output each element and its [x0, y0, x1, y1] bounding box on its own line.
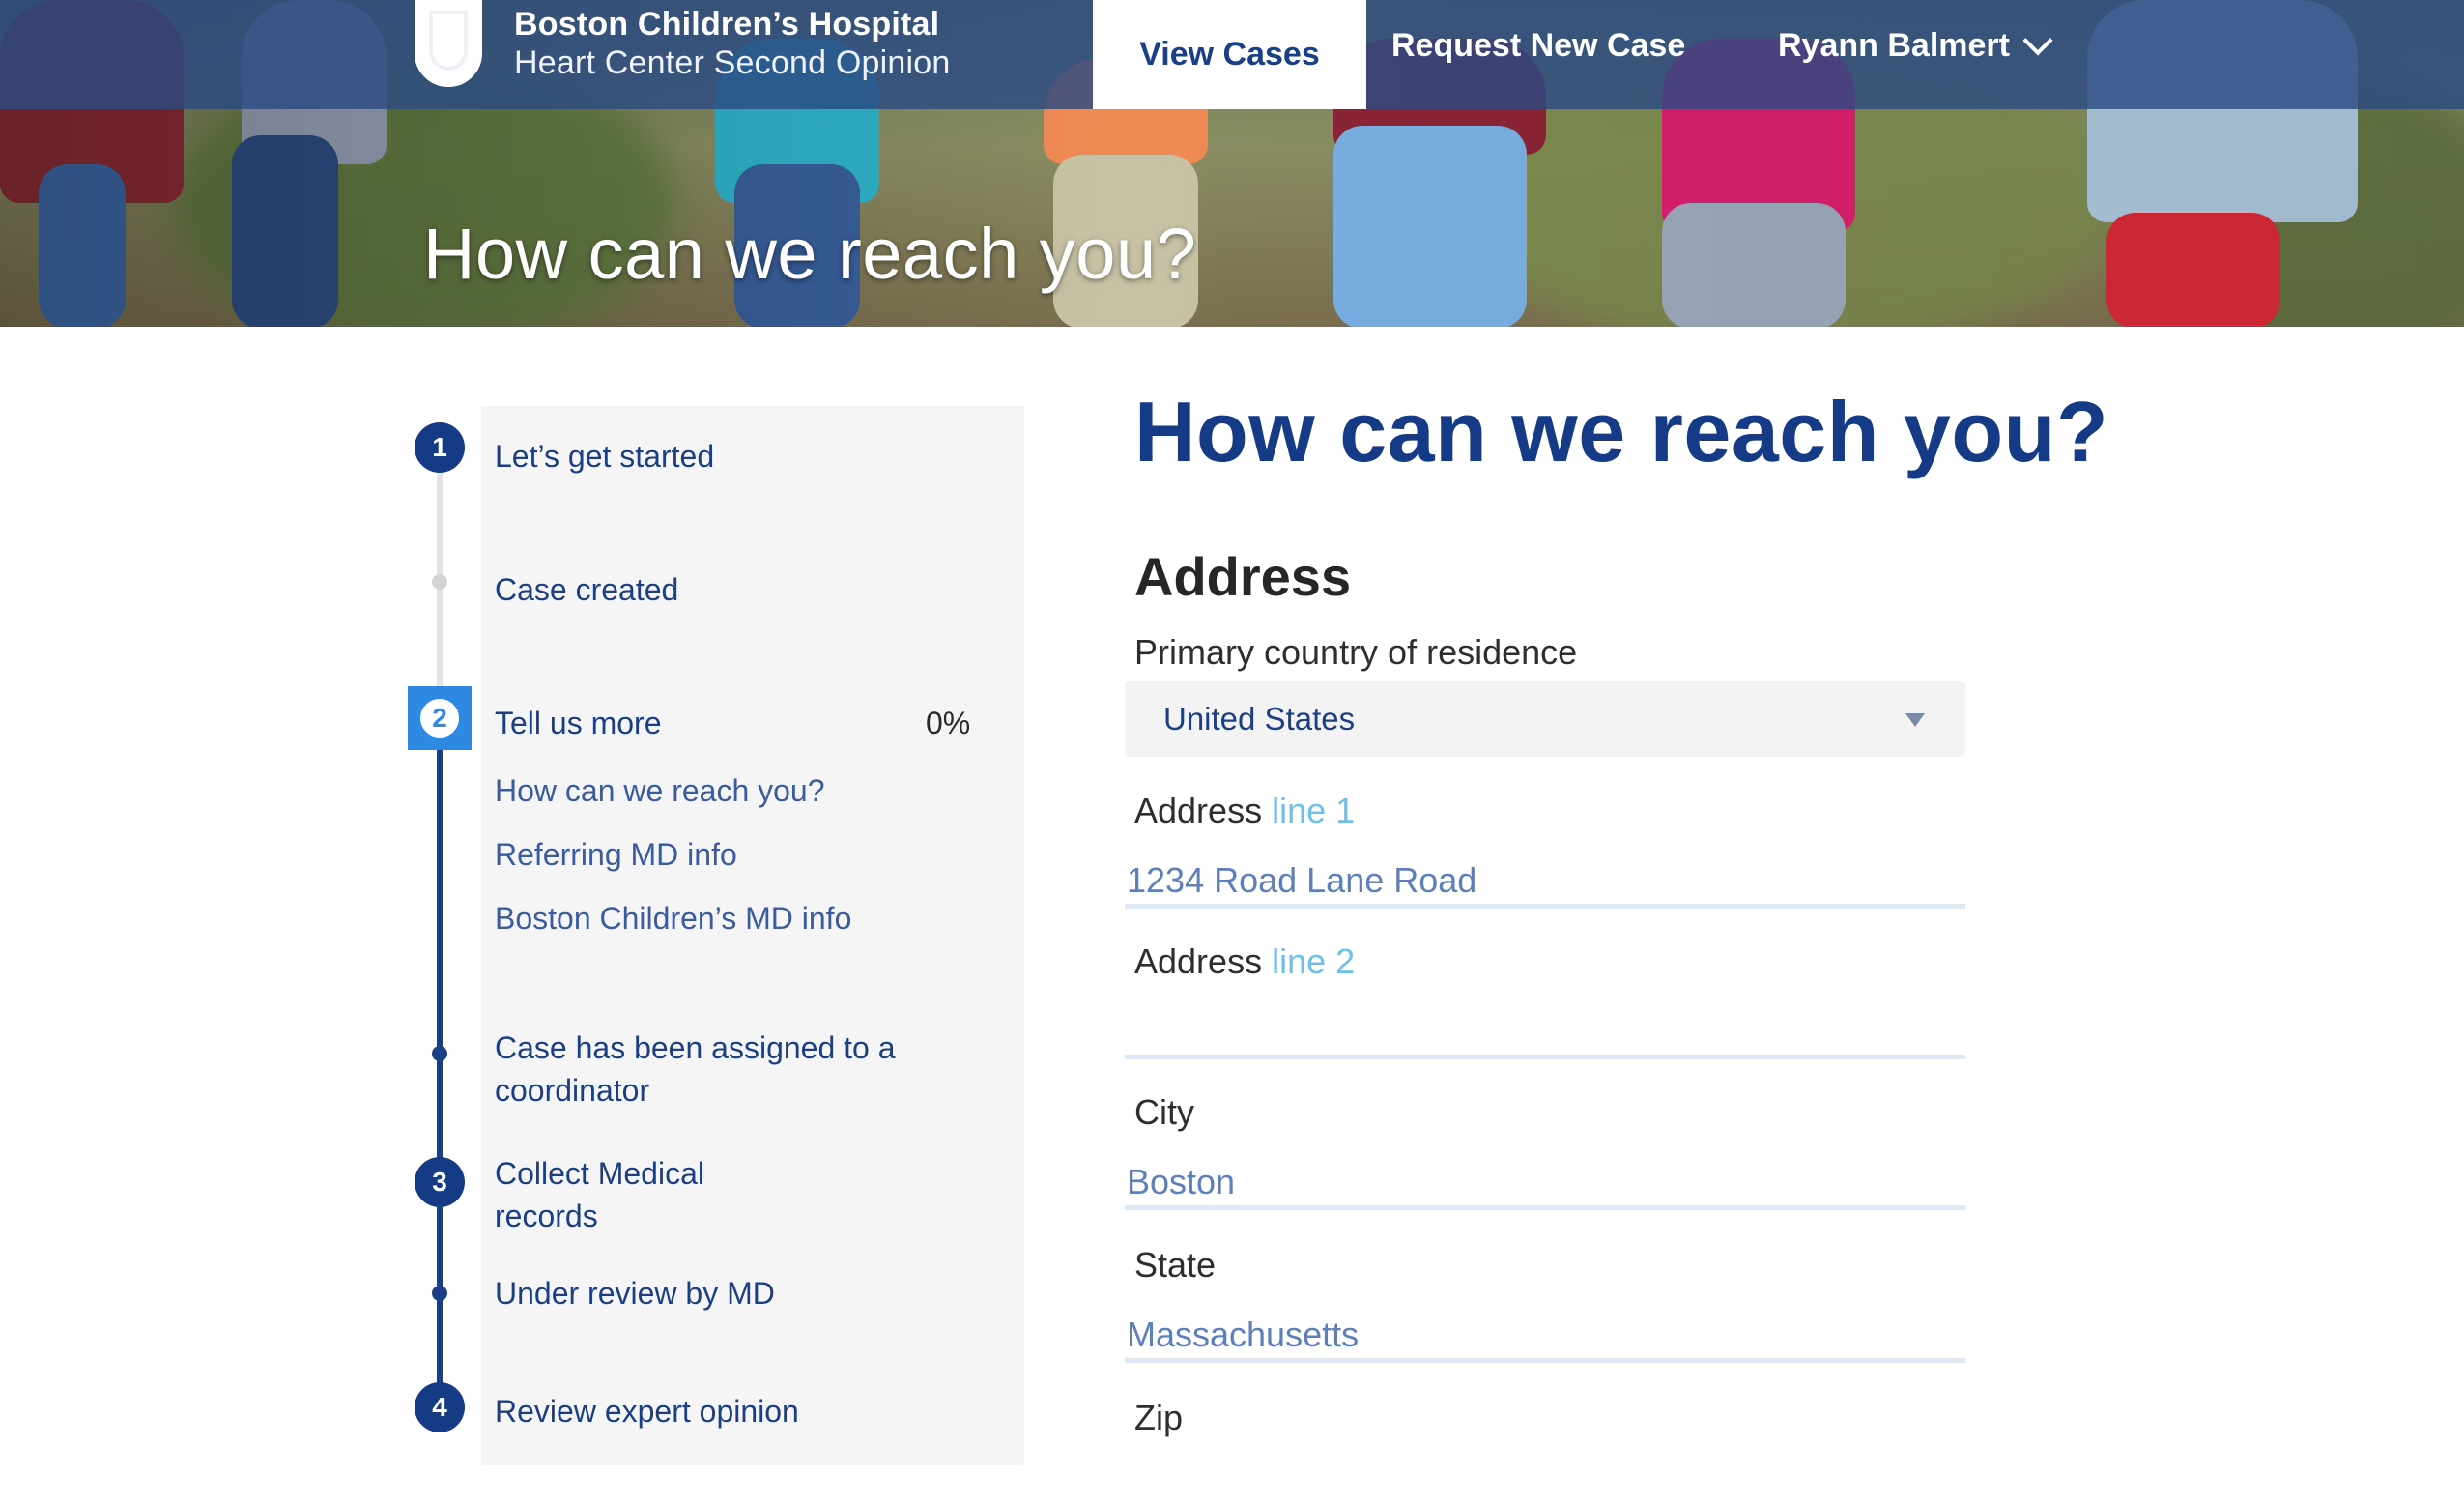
- address-line2-field[interactable]: [1125, 996, 1965, 1059]
- nav-view-cases[interactable]: View Cases: [1093, 0, 1366, 109]
- hero-title: How can we reach you?: [423, 214, 1197, 294]
- label-accent: line 1: [1272, 791, 1356, 830]
- chevron-down-icon: [2022, 24, 2053, 56]
- nav-request-new-case[interactable]: Request New Case: [1391, 27, 1685, 65]
- step-dot: [432, 1286, 447, 1301]
- country-select[interactable]: United States: [1125, 681, 1965, 757]
- zip-label: Zip: [1134, 1398, 1184, 1437]
- step-label-line: coordinator: [495, 1073, 650, 1108]
- city-field[interactable]: Boston: [1125, 1146, 1965, 1210]
- label-accent: line 2: [1272, 941, 1356, 981]
- page-title: How can we reach you?: [1134, 384, 2109, 479]
- user-name: Ryann Balmert: [1778, 27, 2010, 64]
- step-progress-percent: 0%: [926, 706, 971, 740]
- step-label-line: Case has been assigned to a: [495, 1030, 896, 1065]
- step-case-created[interactable]: Case created: [495, 568, 678, 611]
- step-label-line: Collect Medical: [495, 1156, 704, 1191]
- brand-subtitle: Heart Center Second Opinion: [514, 44, 951, 81]
- address-line2-label: Address line 2: [1134, 941, 1355, 982]
- step-1-badge: 1: [415, 422, 465, 473]
- step-case-assigned[interactable]: Case has been assigned to a coordinator: [495, 1027, 896, 1112]
- section-title-address: Address: [1134, 546, 1352, 607]
- substep-referring-md-info[interactable]: Referring MD info: [495, 837, 737, 873]
- step-tell-us-more[interactable]: Tell us more: [495, 702, 662, 744]
- address-line1-field[interactable]: 1234 Road Lane Road: [1125, 845, 1965, 909]
- top-navigation-bar: Boston Children’s Hospital Heart Center …: [0, 0, 2464, 109]
- label-text: Address: [1134, 791, 1263, 830]
- step-dot: [432, 574, 447, 590]
- step-dot: [432, 1046, 447, 1061]
- address-line1-label: Address line 1: [1134, 791, 1355, 831]
- step-3-badge: 3: [415, 1157, 465, 1207]
- step-under-review[interactable]: Under review by MD: [495, 1272, 775, 1315]
- country-label: Primary country of residence: [1134, 632, 1578, 672]
- brand-name: Boston Children’s Hospital: [514, 6, 940, 43]
- state-label: State: [1134, 1245, 1217, 1285]
- label-text: Address: [1134, 941, 1263, 981]
- state-field[interactable]: Massachusetts: [1125, 1299, 1965, 1363]
- step-2-current-badge: 2: [408, 686, 472, 750]
- step-2-number: 2: [416, 695, 463, 741]
- substep-boston-childrens-md-info[interactable]: Boston Children’s MD info: [495, 901, 851, 937]
- hero-banner: Boston Children’s Hospital Heart Center …: [0, 0, 2464, 327]
- substep-how-can-we-reach-you[interactable]: How can we reach you?: [495, 773, 825, 809]
- hospital-logo[interactable]: [415, 0, 482, 87]
- step-review-expert-opinion[interactable]: Review expert opinion: [495, 1390, 799, 1432]
- step-lets-get-started[interactable]: Let’s get started: [495, 435, 714, 477]
- caret-down-icon: [1905, 713, 1925, 727]
- city-value: Boston: [1127, 1162, 1236, 1201]
- address-line1-value: 1234 Road Lane Road: [1127, 860, 1477, 900]
- country-selected-value: United States: [1163, 701, 1356, 737]
- city-label: City: [1134, 1092, 1194, 1132]
- stepper-rail-upcoming: [437, 735, 443, 1411]
- step-4-badge: 4: [415, 1382, 465, 1432]
- user-menu[interactable]: Ryann Balmert: [1778, 24, 2053, 65]
- step-label-line: records: [495, 1199, 598, 1233]
- step-collect-medical-records[interactable]: Collect Medical records: [495, 1152, 704, 1237]
- state-value: Massachusetts: [1127, 1315, 1360, 1354]
